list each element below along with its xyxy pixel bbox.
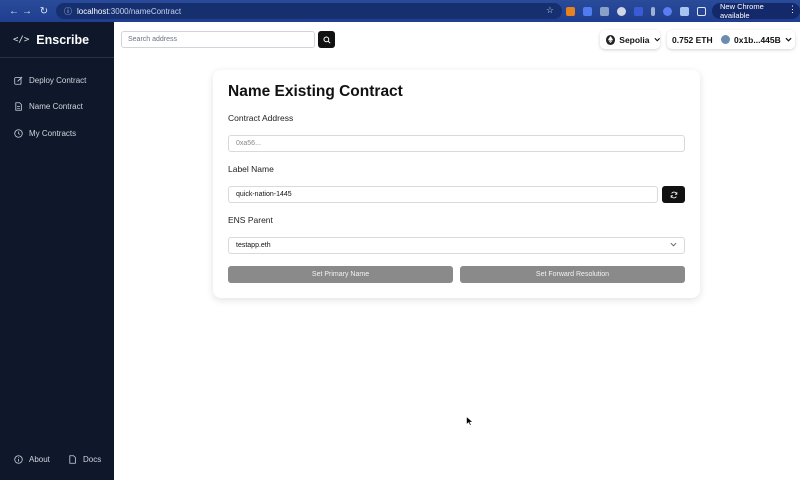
sidebar-item-label: Deploy Contract: [29, 75, 87, 85]
sidebar-item-name-contract[interactable]: Name Contract: [0, 99, 83, 113]
name-contract-card: Name Existing Contract Contract Address …: [213, 70, 700, 298]
update-chrome-button[interactable]: New Chrome available: [712, 2, 800, 20]
extension-gear-icon[interactable]: [617, 6, 626, 16]
network-name: Sepolia: [619, 34, 650, 45]
forward-icon[interactable]: →: [18, 2, 36, 20]
browser-menu-icon[interactable]: ⋮: [788, 4, 797, 15]
clock-icon: [14, 128, 23, 138]
avatar: [721, 35, 730, 44]
ens-parent-value: testapp.eth: [236, 242, 271, 249]
document-icon: [15, 101, 22, 111]
chevron-down-icon: [785, 37, 792, 42]
refresh-icon: [670, 191, 677, 198]
sidebar: </> Enscribe Deploy Contract Name Contra…: [0, 22, 114, 480]
search-input[interactable]: Search address: [121, 31, 315, 48]
sidebar-item-label: Docs: [83, 455, 102, 464]
account-button[interactable]: 0x1b...445B: [717, 30, 792, 49]
site-info-icon[interactable]: ⓘ: [64, 6, 72, 17]
contract-address-label: Contract Address: [228, 113, 294, 123]
mouse-cursor-icon: [466, 416, 474, 426]
info-icon: [14, 455, 23, 464]
set-primary-name-button[interactable]: Set Primary Name: [228, 266, 453, 283]
url-host: localhost: [77, 6, 109, 16]
contract-address-input[interactable]: 0xa56...: [228, 135, 685, 152]
regenerate-label-button[interactable]: [662, 186, 685, 203]
label-name-label: Label Name: [228, 164, 274, 174]
sidebar-item-deploy-contract[interactable]: Deploy Contract: [0, 73, 86, 87]
sidebar-item-my-contracts[interactable]: My Contracts: [0, 126, 76, 140]
extension-lock-icon[interactable]: [583, 6, 592, 16]
url-path: :3000/nameContract: [108, 6, 182, 16]
sidebar-item-label: About: [29, 455, 50, 464]
chevron-down-icon: [670, 242, 677, 247]
chevron-down-icon: [653, 37, 660, 42]
browser-toolbar: ← → ↻ ⓘ localhost:3000/nameContract ☆ Ne…: [0, 0, 800, 22]
code-brackets-icon: </>: [13, 34, 30, 45]
ens-parent-label: ENS Parent: [228, 215, 273, 225]
brand-name: Enscribe: [36, 32, 90, 47]
account-address: 0x1b...445B: [734, 34, 781, 45]
page-title: Name Existing Contract: [228, 83, 403, 100]
ens-parent-select[interactable]: testapp.eth: [228, 237, 685, 254]
document-icon: [69, 455, 76, 464]
edit-icon: [14, 76, 23, 85]
extension-pencil-icon[interactable]: [651, 6, 655, 16]
brand[interactable]: </> Enscribe: [0, 22, 114, 58]
search-icon: [322, 35, 331, 44]
wallet-info[interactable]: 0.752 ETH 0x1b...445B: [667, 30, 795, 49]
sidebar-item-label: My Contracts: [29, 128, 77, 138]
sidebar-item-docs[interactable]: Docs: [68, 455, 101, 464]
extension-circle-icon[interactable]: [663, 6, 672, 16]
extension-grid-icon[interactable]: [680, 6, 689, 16]
sidebar-item-about[interactable]: About: [14, 455, 50, 464]
reload-icon[interactable]: ↻: [35, 2, 53, 20]
search-button[interactable]: [318, 31, 335, 48]
network-selector[interactable]: Sepolia: [600, 30, 660, 49]
ethereum-icon: [606, 34, 616, 45]
extension-fox-icon[interactable]: [566, 6, 575, 16]
label-name-input[interactable]: quick-nation-1445: [228, 186, 658, 203]
extension-cube-icon[interactable]: [600, 6, 609, 16]
extensions-puzzle-icon[interactable]: [697, 6, 706, 16]
extension-square-icon[interactable]: [634, 6, 643, 16]
address-bar[interactable]: ⓘ localhost:3000/nameContract ☆: [56, 3, 562, 19]
bookmark-star-icon[interactable]: ☆: [546, 5, 554, 16]
sidebar-item-label: Name Contract: [29, 101, 83, 111]
set-forward-resolution-button[interactable]: Set Forward Resolution: [460, 266, 685, 283]
eth-balance: 0.752 ETH: [672, 34, 713, 45]
